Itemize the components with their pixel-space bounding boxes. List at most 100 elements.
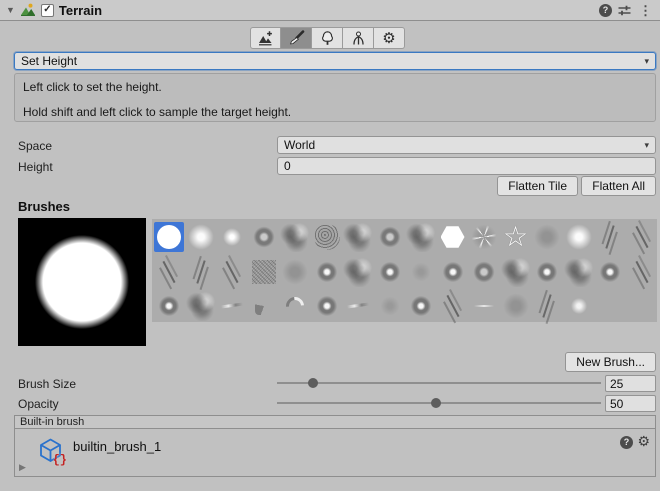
component-foldout-icon[interactable]: ▼ (6, 6, 15, 15)
space-dropdown[interactable]: World ▾ (277, 136, 656, 154)
chevron-down-icon: ▾ (644, 56, 649, 67)
brush-thumbnail[interactable] (595, 257, 625, 287)
brush-thumbnail[interactable] (469, 257, 499, 287)
brush-thumbnail[interactable] (312, 257, 342, 287)
brush-thumbnail[interactable] (564, 257, 594, 287)
brush-thumbnail[interactable] (343, 291, 373, 321)
brush-thumbnail[interactable] (532, 257, 562, 287)
brush-thumbnail[interactable] (186, 291, 216, 321)
brush-thumbnail[interactable] (154, 222, 184, 252)
brush-thumbnail[interactable] (564, 222, 594, 252)
inspector-header: ▼ ✓ Terrain ? ⋮ (0, 0, 660, 21)
space-label: Space (18, 139, 52, 153)
flatten-all-button[interactable]: Flatten All (581, 176, 656, 196)
help-line-1: Left click to set the height. (23, 80, 647, 94)
tool-paint-trees[interactable] (312, 27, 343, 49)
brush-thumbnail[interactable] (280, 257, 310, 287)
slider-handle[interactable] (308, 378, 318, 388)
height-label: Height (18, 160, 53, 174)
paint-tool-dropdown-value: Set Height (21, 54, 77, 68)
brush-thumbnail[interactable] (438, 257, 468, 287)
tool-paint-details[interactable] (343, 27, 374, 49)
enable-checkbox[interactable]: ✓ (41, 4, 54, 17)
context-menu-icon[interactable]: ⋮ (637, 4, 654, 17)
brush-thumbnail[interactable] (469, 291, 499, 321)
brush-thumbnail (627, 291, 657, 321)
presets-icon[interactable] (617, 3, 632, 18)
scriptable-object-icon: {} (37, 437, 64, 464)
brush-thumbnail[interactable] (532, 222, 562, 252)
brush-thumbnail[interactable] (343, 257, 373, 287)
builtin-brush-asset-name: builtin_brush_1 (73, 439, 161, 454)
brush-thumbnail[interactable] (375, 222, 405, 252)
brush-thumbnail (595, 291, 625, 321)
brush-thumbnail[interactable] (375, 291, 405, 321)
brushes-section-label: Brushes (18, 199, 70, 214)
asset-foldout-icon[interactable]: ▶ (19, 463, 26, 472)
height-input[interactable]: 0 (277, 157, 656, 175)
brush-thumbnail[interactable] (406, 291, 436, 321)
brush-thumbnail[interactable] (217, 257, 247, 287)
help-icon[interactable]: ? (599, 4, 612, 17)
paint-tool-dropdown[interactable]: Set Height ▾ (14, 52, 656, 70)
brush-thumbnail[interactable] (438, 222, 468, 252)
gear-icon: ⚙ (382, 31, 395, 46)
brush-preview (18, 218, 146, 346)
brush-thumbnail[interactable] (564, 291, 594, 321)
brush-thumbnail[interactable] (186, 222, 216, 252)
slider-track (277, 382, 601, 384)
tool-help-box: Left click to set the height. Hold shift… (14, 73, 656, 122)
brush-thumbnail[interactable] (469, 222, 499, 252)
brush-thumbnail[interactable] (438, 291, 468, 321)
brush-size-slider[interactable] (277, 374, 601, 392)
brush-thumbnail[interactable] (249, 222, 279, 252)
brush-thumbnail[interactable] (154, 291, 184, 321)
tool-terrain-settings[interactable]: ⚙ (374, 27, 405, 49)
brush-thumbnail[interactable] (406, 222, 436, 252)
tool-create-neighbor-terrains[interactable] (250, 27, 281, 49)
brush-size-input[interactable]: 25 (605, 375, 656, 392)
brush-thumbnail[interactable] (249, 257, 279, 287)
opacity-value: 50 (610, 397, 623, 411)
brush-thumbnail[interactable] (532, 291, 562, 321)
brush-thumbnail[interactable] (343, 222, 373, 252)
terrain-inspector: ▼ ✓ Terrain ? ⋮ (0, 0, 660, 491)
space-dropdown-value: World (284, 138, 315, 152)
brush-thumbnail[interactable] (217, 222, 247, 252)
brush-thumbnail[interactable] (312, 222, 342, 252)
brush-thumbnail[interactable] (186, 257, 216, 287)
help-line-2: Hold shift and left click to sample the … (23, 105, 647, 119)
brush-palette (152, 219, 657, 322)
brush-size-label: Brush Size (18, 377, 76, 391)
brush-thumbnail[interactable] (501, 257, 531, 287)
slider-handle[interactable] (431, 398, 441, 408)
height-input-value: 0 (284, 159, 291, 173)
brush-thumbnail[interactable] (280, 291, 310, 321)
builtin-brush-bar-label: Built-in brush (20, 416, 84, 428)
script-braces-icon: {} (53, 454, 67, 466)
brush-size-value: 25 (610, 377, 623, 391)
brush-thumbnail[interactable] (406, 257, 436, 287)
brush-thumbnail[interactable] (501, 222, 531, 252)
brush-thumbnail[interactable] (595, 222, 625, 252)
brush-thumbnail[interactable] (312, 291, 342, 321)
brush-thumbnail[interactable] (249, 291, 279, 321)
brush-thumbnail[interactable] (501, 291, 531, 321)
opacity-label: Opacity (18, 397, 59, 411)
help-icon[interactable]: ? (620, 436, 633, 449)
chevron-down-icon: ▾ (644, 140, 649, 151)
opacity-input[interactable]: 50 (605, 395, 656, 412)
builtin-brush-header: {} builtin_brush_1 ? ⚙ ▶ (14, 429, 656, 477)
flatten-tile-button[interactable]: Flatten Tile (497, 176, 578, 196)
brush-thumbnail[interactable] (627, 257, 657, 287)
brush-thumbnail[interactable] (217, 291, 247, 321)
opacity-slider[interactable] (277, 394, 601, 412)
component-title: Terrain (59, 3, 102, 18)
tool-paint-terrain[interactable] (281, 27, 312, 49)
brush-thumbnail[interactable] (627, 222, 657, 252)
gear-icon[interactable]: ⚙ (637, 434, 650, 448)
brush-thumbnail[interactable] (280, 222, 310, 252)
brush-thumbnail[interactable] (154, 257, 184, 287)
brush-thumbnail[interactable] (375, 257, 405, 287)
new-brush-button[interactable]: New Brush... (565, 352, 656, 372)
